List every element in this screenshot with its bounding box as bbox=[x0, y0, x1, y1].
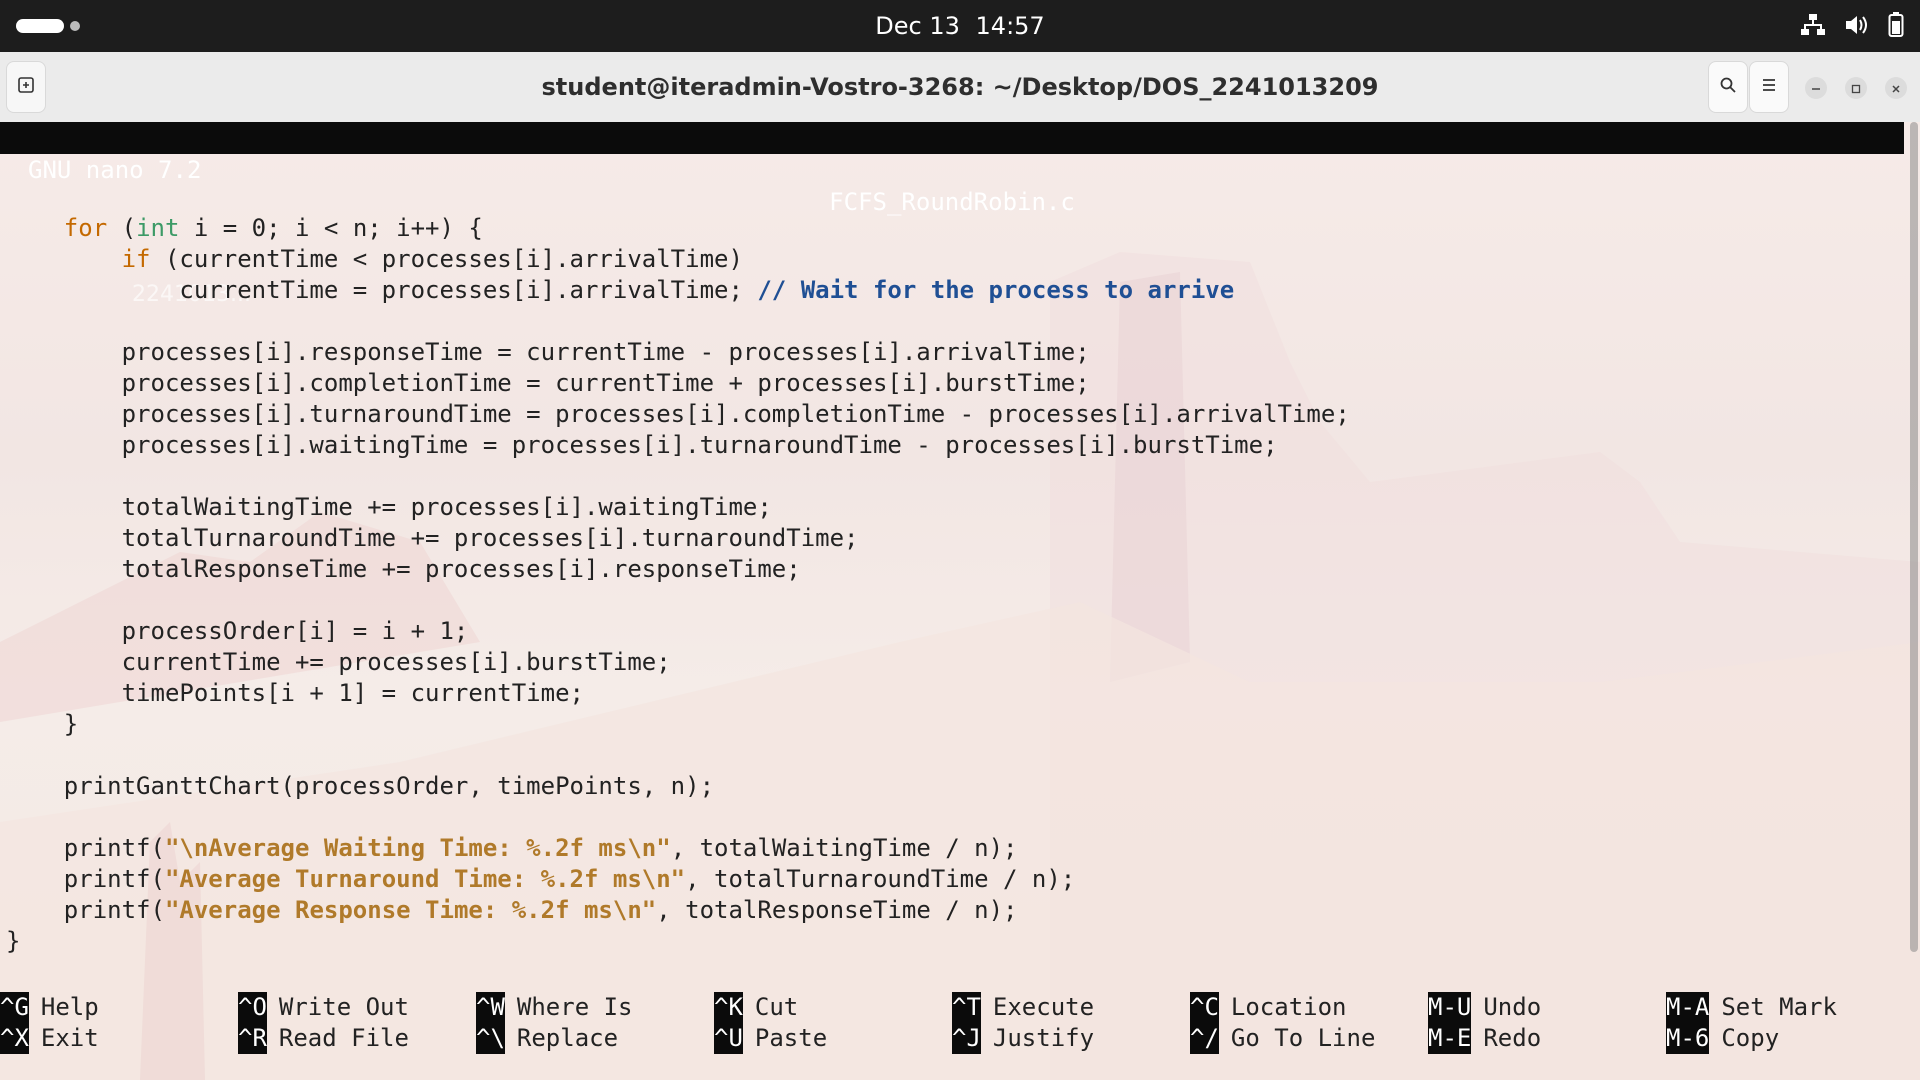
maximize-button[interactable] bbox=[1845, 77, 1867, 99]
code-line: printGanttChart(processOrder, timePoints… bbox=[6, 772, 715, 800]
shortcut-key: ^W bbox=[476, 992, 505, 1023]
shortcut-justify[interactable]: ^J Justify bbox=[952, 1023, 1094, 1054]
shortcut-label: Undo bbox=[1483, 993, 1542, 1021]
code-line: for (int i = 0; i < n; i++) { bbox=[63, 214, 483, 242]
nano-title-bar: GNU nano 7.2 FCFS_RoundRobin.c bbox=[0, 122, 1904, 216]
shortcut-label: Location bbox=[1230, 993, 1347, 1021]
shortcut-key: ^U bbox=[714, 1023, 743, 1054]
code-editor[interactable]: for (int i = 0; i < n; i++) { if (curren… bbox=[6, 182, 1350, 957]
code-line: totalTurnaroundTime += processes[i].turn… bbox=[6, 524, 859, 552]
scrollbar-thumb[interactable] bbox=[1910, 122, 1918, 952]
shortcut-key: M-E bbox=[1428, 1023, 1472, 1054]
shortcut-key: ^X bbox=[0, 1023, 29, 1054]
shortcut-label: Exit bbox=[40, 1024, 99, 1052]
code-line: printf("Average Turnaround Time: %.2f ms… bbox=[6, 865, 1076, 893]
shortcut-label: Copy bbox=[1721, 1024, 1780, 1052]
shortcut-where-is[interactable]: ^W Where Is bbox=[476, 992, 633, 1023]
terminal-view[interactable]: GNU nano 7.2 FCFS_RoundRobin.c 2241013..… bbox=[0, 122, 1920, 1080]
shortcut-key: ^K bbox=[714, 992, 743, 1023]
code-line: printf("\nAverage Waiting Time: %.2f ms\… bbox=[6, 834, 1018, 862]
clock-date: Dec 13 bbox=[875, 12, 960, 40]
minimize-button[interactable] bbox=[1805, 77, 1827, 99]
shortcut-go-to-line[interactable]: ^/ Go To Line bbox=[1190, 1023, 1375, 1054]
shortcut-key: ^C bbox=[1190, 992, 1219, 1023]
maximize-icon bbox=[1851, 79, 1861, 98]
shortcut-set-mark[interactable]: M-A Set Mark bbox=[1666, 992, 1837, 1023]
shortcut-label: Set Mark bbox=[1721, 993, 1837, 1021]
shortcut-label: Redo bbox=[1483, 1024, 1542, 1052]
shortcut-label: Replace bbox=[516, 1024, 619, 1052]
code-line: currentTime = processes[i].arrivalTime; … bbox=[6, 276, 1235, 304]
shortcut-execute[interactable]: ^T Execute bbox=[952, 992, 1094, 1023]
shortcut-label: Help bbox=[40, 993, 99, 1021]
code-line: totalWaitingTime += processes[i].waiting… bbox=[6, 493, 772, 521]
shortcut-label: Where Is bbox=[516, 993, 633, 1021]
code-line: processes[i].turnaroundTime = processes[… bbox=[6, 400, 1350, 428]
code-line: currentTime += processes[i].burstTime; bbox=[6, 648, 671, 676]
shortcut-exit[interactable]: ^X Exit bbox=[0, 1023, 99, 1054]
gnome-top-bar: Dec 13 14:57 bbox=[0, 0, 1920, 52]
shortcut-key: ^G bbox=[0, 992, 29, 1023]
code-line: } bbox=[6, 927, 21, 955]
code-line: totalResponseTime += processes[i].respon… bbox=[6, 555, 801, 583]
close-button[interactable] bbox=[1885, 77, 1907, 99]
clock-time: 14:57 bbox=[975, 12, 1045, 40]
menu-button[interactable] bbox=[1749, 61, 1789, 113]
battery-icon bbox=[1888, 12, 1904, 38]
menu-icon bbox=[1760, 76, 1778, 98]
shortcut-paste[interactable]: ^U Paste bbox=[714, 1023, 827, 1054]
shortcut-label: Cut bbox=[754, 993, 799, 1021]
search-button[interactable] bbox=[1708, 61, 1748, 113]
shortcut-key: M-U bbox=[1428, 992, 1472, 1023]
shortcut-key: M-6 bbox=[1666, 1023, 1710, 1054]
shortcut-label: Write Out bbox=[278, 993, 409, 1021]
shortcut-label: Execute bbox=[992, 993, 1095, 1021]
code-line: if (currentTime < processes[i].arrivalTi… bbox=[121, 245, 743, 273]
shortcut-copy[interactable]: M-6 Copy bbox=[1666, 1023, 1779, 1054]
shortcut-undo[interactable]: M-U Undo bbox=[1428, 992, 1541, 1023]
terminal-headerbar: student@iteradmin-Vostro-3268: ~/Desktop… bbox=[0, 52, 1920, 123]
shortcut-label: Go To Line bbox=[1230, 1024, 1376, 1052]
code-line: processes[i].completionTime = currentTim… bbox=[6, 369, 1090, 397]
code-line: processes[i].waitingTime = processes[i].… bbox=[6, 431, 1278, 459]
code-line: processes[i].responseTime = currentTime … bbox=[6, 338, 1090, 366]
window-title: student@iteradmin-Vostro-3268: ~/Desktop… bbox=[541, 73, 1379, 101]
close-icon bbox=[1891, 79, 1901, 98]
shortcut-label: Paste bbox=[754, 1024, 828, 1052]
system-tray[interactable] bbox=[1800, 12, 1904, 38]
shortcut-location[interactable]: ^C Location bbox=[1190, 992, 1347, 1023]
code-line: } bbox=[6, 710, 79, 738]
shortcut-key: ^\ bbox=[476, 1023, 505, 1054]
shortcut-key: ^T bbox=[952, 992, 981, 1023]
shortcut-key: M-A bbox=[1666, 992, 1710, 1023]
shortcut-label: Read File bbox=[278, 1024, 409, 1052]
shortcut-help[interactable]: ^G Help bbox=[0, 992, 99, 1023]
shortcut-key: ^R bbox=[238, 1023, 267, 1054]
scrollbar[interactable] bbox=[1908, 122, 1918, 1080]
code-line: timePoints[i + 1] = currentTime; bbox=[6, 679, 584, 707]
shortcut-redo[interactable]: M-E Redo bbox=[1428, 1023, 1541, 1054]
search-icon bbox=[1719, 76, 1737, 98]
shortcut-key: ^J bbox=[952, 1023, 981, 1054]
code-line: printf("Average Response Time: %.2f ms\n… bbox=[6, 896, 1018, 924]
minimize-icon bbox=[1811, 79, 1821, 98]
shortcut-label: Justify bbox=[992, 1024, 1095, 1052]
shortcut-write-out[interactable]: ^O Write Out bbox=[238, 992, 409, 1023]
shortcut-replace[interactable]: ^\ Replace bbox=[476, 1023, 618, 1054]
shortcut-key: ^O bbox=[238, 992, 267, 1023]
code-line: processOrder[i] = i + 1; bbox=[6, 617, 469, 645]
shortcut-key: ^/ bbox=[1190, 1023, 1219, 1054]
shortcut-read-file[interactable]: ^R Read File bbox=[238, 1023, 409, 1054]
network-icon bbox=[1800, 13, 1826, 37]
volume-icon bbox=[1844, 13, 1870, 37]
clock[interactable]: Dec 13 14:57 bbox=[0, 0, 1920, 52]
shortcut-cut[interactable]: ^K Cut bbox=[714, 992, 798, 1023]
